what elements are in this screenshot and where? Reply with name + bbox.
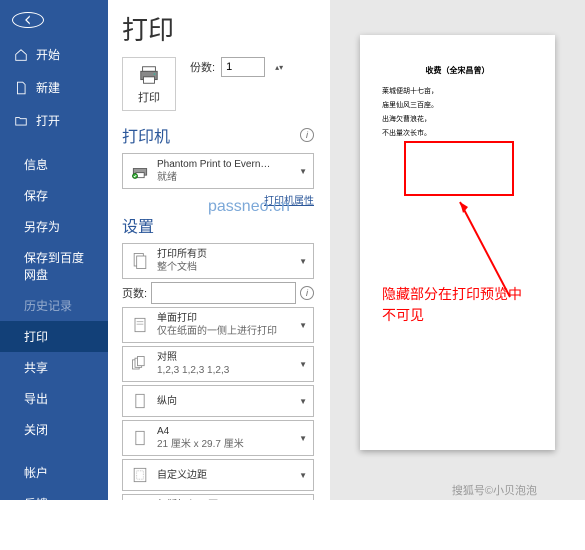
folder-icon (14, 114, 28, 128)
nav-saveas[interactable]: 另存为 (0, 211, 108, 242)
preview-page: 收费（全宋昌曾） 莱城便胡十七亩， 庙里仙风三百座。 出海欠曹浪花， 不出量次长… (360, 35, 555, 450)
dd-paper-size[interactable]: A421 厘米 x 29.7 厘米 ▼ (122, 420, 314, 456)
print-button-label: 打印 (138, 89, 160, 105)
paper-icon (129, 427, 151, 449)
annotation-box (404, 141, 514, 196)
nav-open[interactable]: 打开 (0, 104, 108, 137)
back-button[interactable] (12, 12, 44, 28)
settings-section-title: 设置 (122, 213, 154, 237)
printer-device-icon (129, 160, 151, 182)
nav-share[interactable]: 共享 (0, 352, 108, 383)
nav-feedback[interactable]: 反馈 (0, 488, 108, 519)
dd-pages-per-sheet[interactable]: 每版打印 1 页缩放到 14 厘米 x 20.3… ▼ (122, 494, 314, 500)
single-side-icon (129, 314, 151, 336)
copies-label: 份数: (190, 59, 215, 75)
print-button[interactable]: 打印 (122, 57, 176, 111)
chevron-down-icon: ▼ (299, 471, 307, 480)
nav-new-label: 新建 (36, 79, 60, 96)
portrait-icon (129, 390, 151, 412)
dd-margins[interactable]: 自定义边距 ▼ (122, 459, 314, 491)
dd-pages-range[interactable]: 打印所有页整个文档 ▼ (122, 243, 314, 279)
chevron-down-icon: ▼ (299, 360, 307, 369)
nav-open-label: 打开 (36, 112, 60, 129)
nav-save[interactable]: 保存 (0, 180, 108, 211)
nav-account[interactable]: 帐户 (0, 457, 108, 488)
nav-history[interactable]: 历史记录 (0, 290, 108, 321)
pages-icon (129, 250, 151, 272)
chevron-down-icon: ▼ (299, 167, 307, 176)
print-preview: 收费（全宋昌曾） 莱城便胡十七亩， 庙里仙风三百座。 出海欠曹浪花， 不出量次长… (330, 0, 585, 500)
file-icon (14, 81, 28, 95)
annotation-text: 隐藏部分在打印预览中 不可见 (382, 284, 543, 326)
dd-sides[interactable]: 单面打印仅在纸面的一侧上进行打印 ▼ (122, 307, 314, 343)
printer-select[interactable]: Phantom Print to Evern…就绪 ▼ (122, 153, 314, 189)
source-credit: 搜狐号©小贝泡泡 (452, 482, 537, 498)
watermark: passneo.cn (208, 198, 290, 216)
dd-collate[interactable]: 对照1,2,3 1,2,3 1,2,3 ▼ (122, 346, 314, 382)
nav-home-label: 开始 (36, 46, 60, 63)
nav-baidu[interactable]: 保存到百度网盘 (0, 242, 108, 290)
pages-input[interactable] (151, 282, 296, 304)
collate-icon (129, 353, 151, 375)
nav-info[interactable]: 信息 (0, 149, 108, 180)
chevron-down-icon: ▼ (299, 257, 307, 266)
margins-icon (129, 464, 151, 486)
chevron-down-icon: ▼ (299, 397, 307, 406)
printer-section-title: 打印机 (122, 123, 170, 147)
chevron-down-icon: ▼ (299, 321, 307, 330)
dd-orientation[interactable]: 纵向 ▼ (122, 385, 314, 417)
info-icon[interactable]: i (300, 128, 314, 142)
nav-export[interactable]: 导出 (0, 383, 108, 414)
nav-close[interactable]: 关闭 (0, 414, 108, 445)
info-icon[interactable]: i (300, 286, 314, 300)
copies-stepper[interactable]: ▴▾ (275, 63, 283, 72)
nav-options[interactable]: 选项 (0, 519, 108, 550)
chevron-down-icon: ▼ (299, 434, 307, 443)
home-icon (14, 48, 28, 62)
printer-icon (138, 64, 160, 86)
page-title: 打印 (122, 10, 314, 47)
nav-home[interactable]: 开始 (0, 38, 108, 71)
copies-input[interactable] (221, 57, 265, 77)
nav-new[interactable]: 新建 (0, 71, 108, 104)
nav-print[interactable]: 打印 (0, 321, 108, 352)
pages-label: 页数: (122, 285, 147, 301)
